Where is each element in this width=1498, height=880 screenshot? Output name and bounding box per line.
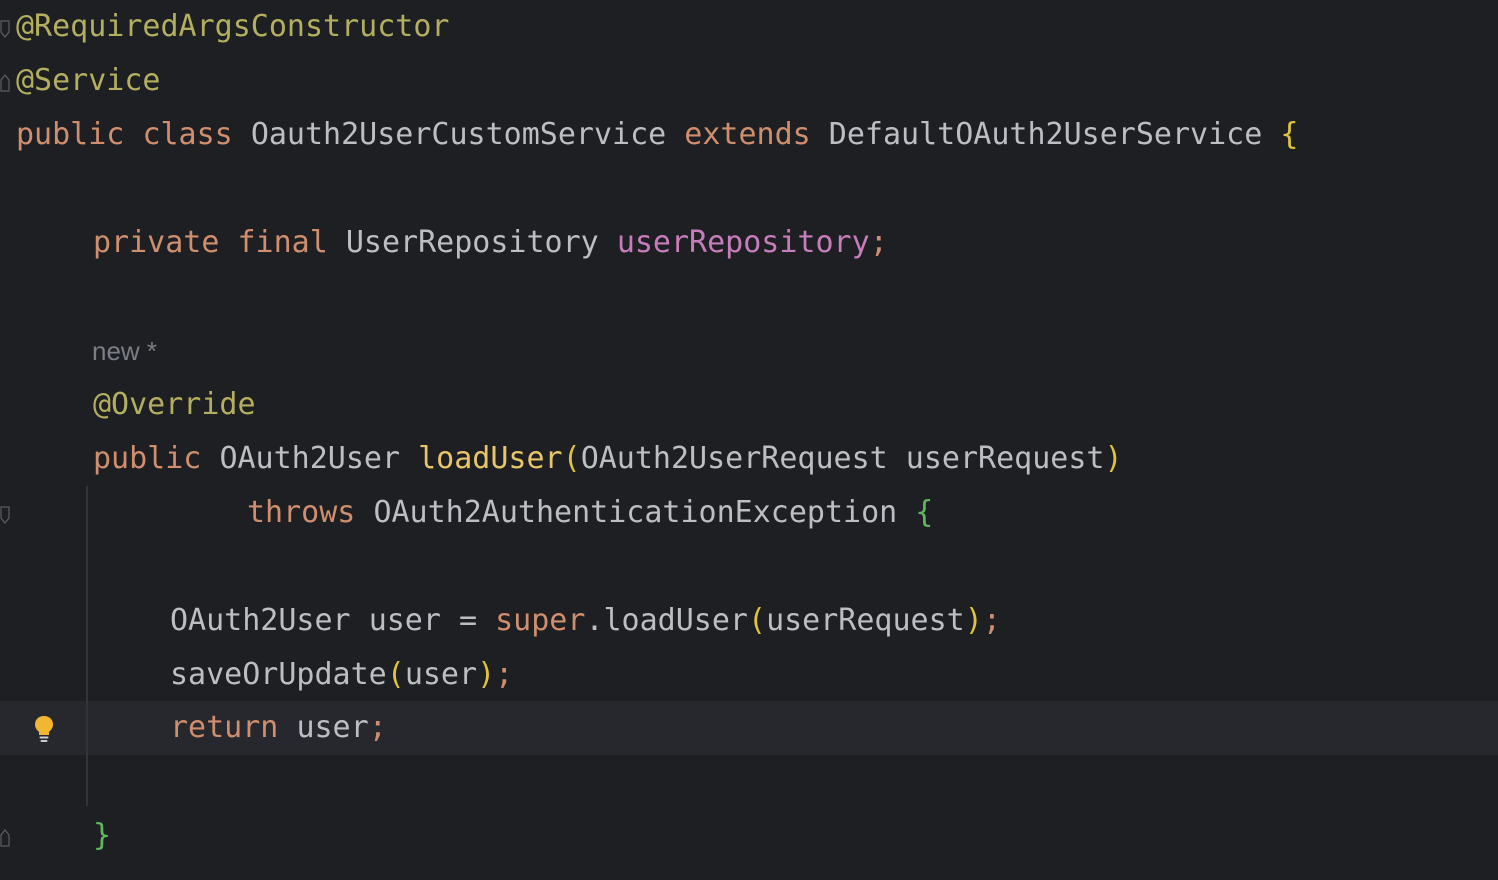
method-call: saveOrUpdate [170,657,387,692]
annotation-override: @Override [93,387,256,422]
close-paren: ) [964,603,983,638]
open-paren: ( [562,441,581,476]
intention-bulb-icon[interactable] [32,714,56,744]
class-open-brace: { [1280,117,1299,152]
code-line-7[interactable]: @Override [0,378,1498,432]
local-type: OAuth2User [170,603,351,638]
field-type: UserRepository [345,225,599,260]
semicolon: ; [368,710,387,745]
code-line-8[interactable]: public OAuth2User loadUser(OAuth2UserReq… [0,432,1498,486]
fold-marker-icon[interactable] [0,829,10,847]
call-arg: userRequest [766,603,965,638]
fold-marker-icon[interactable] [0,506,10,524]
call-arg: user [404,657,478,692]
keyword-public: public [16,117,125,152]
code-line-1[interactable]: @RequiredArgsConstructor [0,0,1498,54]
keyword-private: private [93,225,220,260]
code-line-5[interactable]: private final UserRepository userReposit… [0,216,1498,270]
field-name: userRepository [616,225,870,260]
semicolon: ; [869,225,888,260]
code-line-12[interactable]: saveOrUpdate(user); [0,648,1498,702]
method-open-brace: { [915,495,934,530]
keyword-class: class [142,117,233,152]
keyword-throws: throws [247,495,356,530]
code-editor[interactable]: @RequiredArgsConstructor @Service public… [0,0,1498,880]
code-line-15[interactable]: } [0,809,1498,863]
parent-class-name: DefaultOAuth2UserService [828,117,1263,152]
semicolon: ; [982,603,1001,638]
assign-op: = [459,603,478,638]
code-line-3[interactable]: public class Oauth2UserCustomService ext… [0,108,1498,162]
annotation-required-args: @RequiredArgsConstructor [16,9,450,44]
param-type: OAuth2UserRequest [580,441,888,476]
class-name: Oauth2UserCustomService [250,117,667,152]
open-paren: ( [748,603,767,638]
close-paren: ) [1104,441,1123,476]
local-var: user [368,603,441,638]
code-line-13-current[interactable]: return user; [0,701,1498,755]
semicolon: ; [495,657,514,692]
method-close-brace: } [93,818,112,853]
keyword-extends: extends [684,117,811,152]
method-call: .loadUser [585,603,748,638]
annotation-service: @Service [16,63,161,98]
return-type: OAuth2User [219,441,401,476]
code-line-9[interactable]: throws OAuth2AuthenticationException { [0,486,1498,540]
keyword-return: return [170,710,279,745]
indent-guide [86,486,88,806]
param-name: userRequest [905,441,1105,476]
keyword-public: public [93,441,202,476]
code-line-11[interactable]: OAuth2User user = super.loadUser(userReq… [0,594,1498,648]
keyword-super: super [495,603,586,638]
code-line-2[interactable]: @Service [0,54,1498,108]
fold-marker-icon[interactable] [0,74,10,92]
return-var: user [296,710,369,745]
keyword-final: final [237,225,328,260]
close-paren: ) [477,657,496,692]
fold-marker-icon[interactable] [0,20,10,38]
method-name: loadUser [418,441,563,476]
open-paren: ( [386,657,405,692]
exception-type: OAuth2AuthenticationException [373,495,898,530]
usage-inlay-hint[interactable]: new * [92,336,157,367]
